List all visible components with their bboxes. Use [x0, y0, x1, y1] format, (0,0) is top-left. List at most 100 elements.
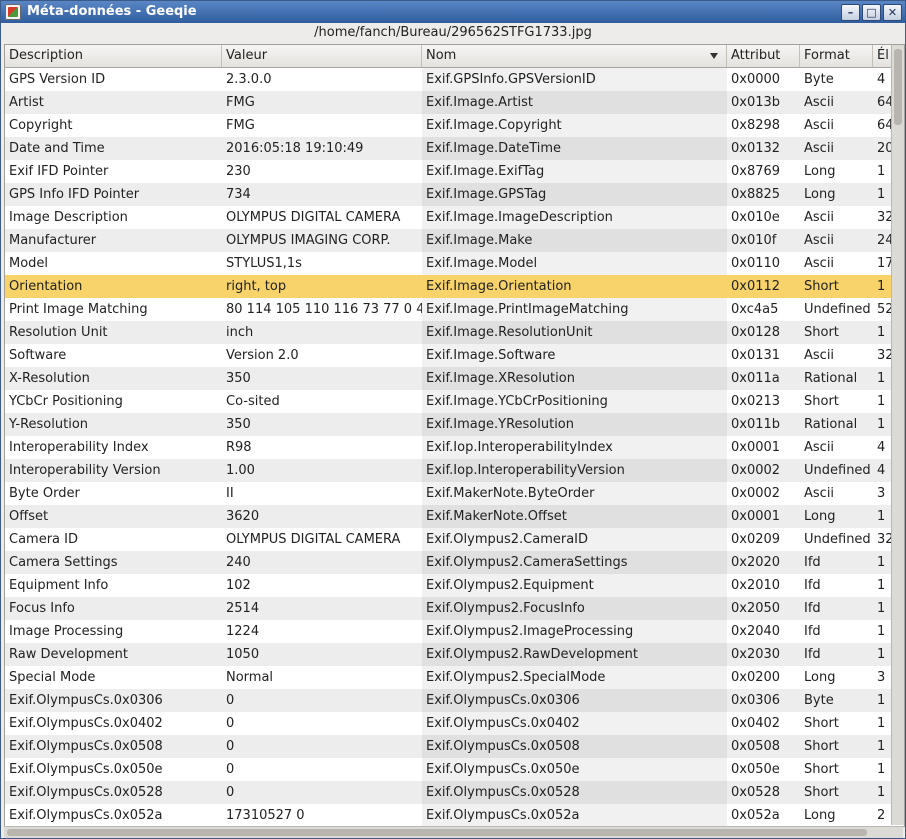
cell-name: Exif.Image.PrintImageMatching — [422, 298, 727, 321]
cell-attribute: 0x0000 — [731, 72, 781, 87]
table-row[interactable]: Orientation right, top Exif.Image.Orientat… — [5, 275, 904, 298]
cell-attribute: 0x2040 — [731, 624, 781, 639]
table-row[interactable]: Equipment Info 102 Exif.Olympus2.Equipment… — [5, 574, 904, 597]
cell-format: Undefined — [804, 532, 871, 547]
cell-name: Exif.Olympus2.CameraSettings — [422, 551, 727, 574]
cell-value: right, top — [226, 279, 287, 294]
table-row[interactable]: Raw Development 1050 Exif.Olympus2.RawDeve… — [5, 643, 904, 666]
cell-format: Long — [804, 164, 836, 179]
maximize-icon[interactable]: □ — [862, 4, 881, 21]
table-row[interactable]: GPS Version ID 2.3.0.0 Exif.GPSInfo.GPSVer… — [5, 68, 904, 91]
table-row[interactable]: Camera ID OLYMPUS DIGITAL CAMERA Exif.Olym… — [5, 528, 904, 551]
table-row[interactable]: Camera Settings 240 Exif.Olympus2.CameraSe… — [5, 551, 904, 574]
cell-name: Exif.OlympusCs.0x0402 — [422, 712, 727, 735]
table-row[interactable]: Interoperability Index R98 Exif.Iop.Intero… — [5, 436, 904, 459]
table-row[interactable]: Print Image Matching 80 114 105 110 116 7… — [5, 298, 904, 321]
horizontal-scrollbar[interactable] — [4, 826, 903, 838]
cell-format: Rational — [804, 371, 858, 386]
cell-description: Artist — [9, 95, 44, 110]
table-row[interactable]: Exif.OlympusCs.0x052a 17310527 0 Exif.Olym… — [5, 804, 904, 826]
table-row[interactable]: Interoperability Version 1.00 Exif.Iop.Int… — [5, 459, 904, 482]
column-header-attribute[interactable]: Attribut — [727, 45, 800, 67]
column-header-value[interactable]: Valeur — [222, 45, 422, 67]
table-row[interactable]: Image Description OLYMPUS DIGITAL CAMERA E… — [5, 206, 904, 229]
cell-description: Exif IFD Pointer — [9, 164, 109, 179]
cell-value: OLYMPUS DIGITAL CAMERA — [226, 210, 401, 225]
table-row[interactable]: Model STYLUS1,1s Exif.Image.Model 0x0110 Asc… — [5, 252, 904, 275]
table-row[interactable]: Exif.OlympusCs.0x0528 0 Exif.OlympusCs.0x0… — [5, 781, 904, 804]
cell-name: Exif.Iop.InteroperabilityIndex — [422, 436, 727, 459]
table-row[interactable]: Artist FMG Exif.Image.Artist 0x013b Ascii 64 — [5, 91, 904, 114]
cell-value: inch — [226, 325, 254, 340]
close-icon[interactable]: ✕ — [883, 4, 902, 21]
cell-value: II — [226, 486, 234, 501]
cell-description: Exif.OlympusCs.0x050e — [9, 762, 163, 777]
table-row[interactable]: Image Processing 1224 Exif.Olympus2.ImageP… — [5, 620, 904, 643]
table-row[interactable]: Date and Time 2016:05:18 19:10:49 Exif.Ima… — [5, 137, 904, 160]
cell-attribute: 0x0110 — [731, 256, 781, 271]
table-row[interactable]: Exif IFD Pointer 230 Exif.Image.ExifTag 0x8… — [5, 160, 904, 183]
table-row[interactable]: Resolution Unit inch Exif.Image.Resolution… — [5, 321, 904, 344]
table-row[interactable]: YCbCr Positioning Co-sited Exif.Image.YCbC… — [5, 390, 904, 413]
cell-description: Raw Development — [9, 647, 128, 662]
cell-name: Exif.Image.ImageDescription — [422, 206, 727, 229]
cell-value: 1224 — [226, 624, 260, 639]
cell-description: Interoperability Version — [9, 463, 161, 478]
cell-name: Exif.Olympus2.RawDevelopment — [422, 643, 727, 666]
cell-format: Ifd — [804, 555, 821, 570]
table-row[interactable]: Exif.OlympusCs.0x0402 0 Exif.OlympusCs.0x0… — [5, 712, 904, 735]
cell-name: Exif.Olympus2.SpecialMode — [422, 666, 727, 689]
cell-value: 102 — [226, 578, 251, 593]
cell-attribute: 0x0002 — [731, 463, 781, 478]
table-row[interactable]: Exif.OlympusCs.0x0306 0 Exif.OlympusCs.0x0… — [5, 689, 904, 712]
cell-attribute: 0xc4a5 — [731, 302, 779, 317]
title-bar[interactable]: Méta-données - Geeqie – □ ✕ — [1, 1, 905, 23]
table-row[interactable]: Y-Resolution 350 Exif.Image.YResolution 0x0… — [5, 413, 904, 436]
cell-description: X-Resolution — [9, 371, 90, 386]
cell-name: Exif.GPSInfo.GPSVersionID — [422, 68, 727, 91]
cell-description: Manufacturer — [9, 233, 97, 248]
vertical-scroll-thumb[interactable] — [894, 49, 902, 125]
minimize-icon[interactable]: – — [841, 4, 860, 21]
cell-description: Special Mode — [9, 670, 96, 685]
cell-format: Ascii — [804, 486, 835, 501]
cell-format: Rational — [804, 417, 858, 432]
table-row[interactable]: Special Mode Normal Exif.Olympus2.SpecialM… — [5, 666, 904, 689]
vertical-scrollbar[interactable] — [891, 45, 904, 825]
cell-name: Exif.Olympus2.CameraID — [422, 528, 727, 551]
table-row[interactable]: Exif.OlympusCs.0x0508 0 Exif.OlympusCs.0x0… — [5, 735, 904, 758]
table-row[interactable]: GPS Info IFD Pointer 734 Exif.Image.GPSTag… — [5, 183, 904, 206]
cell-description: Exif.OlympusCs.0x0402 — [9, 716, 163, 731]
table-row[interactable]: Exif.OlympusCs.0x050e 0 Exif.OlympusCs.0x0… — [5, 758, 904, 781]
cell-format: Byte — [804, 72, 834, 87]
cell-value: 17310527 0 — [226, 808, 305, 823]
cell-value: STYLUS1,1s — [226, 256, 302, 271]
column-header-name[interactable]: Nom — [422, 45, 727, 67]
cell-description: Equipment Info — [9, 578, 109, 593]
table-row[interactable]: Software Version 2.0 Exif.Image.Software 0x… — [5, 344, 904, 367]
table-row[interactable]: Byte Order II Exif.MakerNote.ByteOrder 0x00… — [5, 482, 904, 505]
cell-value: 350 — [226, 371, 251, 386]
cell-attribute: 0x2030 — [731, 647, 781, 662]
table-row[interactable]: Manufacturer OLYMPUS IMAGING CORP. Exif.Im… — [5, 229, 904, 252]
cell-name: Exif.Image.Orientation — [426, 279, 572, 294]
cell-name: Exif.Image.Model — [422, 252, 727, 275]
horizontal-scroll-thumb[interactable] — [7, 829, 867, 836]
cell-name: Exif.Image.DateTime — [422, 137, 727, 160]
table-row[interactable]: Focus Info 2514 Exif.Olympus2.FocusInfo 0x2… — [5, 597, 904, 620]
cell-format: Ascii — [804, 348, 835, 363]
cell-value: FMG — [226, 118, 255, 133]
table-row[interactable]: X-Resolution 350 Exif.Image.XResolution 0x0… — [5, 367, 904, 390]
cell-format: Ascii — [804, 95, 835, 110]
cell-format: Undefined — [804, 463, 871, 478]
cell-attribute: 0x0132 — [731, 141, 781, 156]
app-icon[interactable] — [5, 4, 21, 20]
cell-attribute: 0x0306 — [731, 693, 781, 708]
cell-value: 0 — [226, 693, 235, 708]
column-header-description[interactable]: Description — [5, 45, 222, 67]
table-row[interactable]: Copyright FMG Exif.Image.Copyright 0x8298 As… — [5, 114, 904, 137]
column-header-format[interactable]: Format — [800, 45, 873, 67]
cell-format: Ascii — [804, 210, 835, 225]
table-row[interactable]: Offset 3620 Exif.MakerNote.Offset 0x0001 Lon… — [5, 505, 904, 528]
cell-value: R98 — [226, 440, 252, 455]
